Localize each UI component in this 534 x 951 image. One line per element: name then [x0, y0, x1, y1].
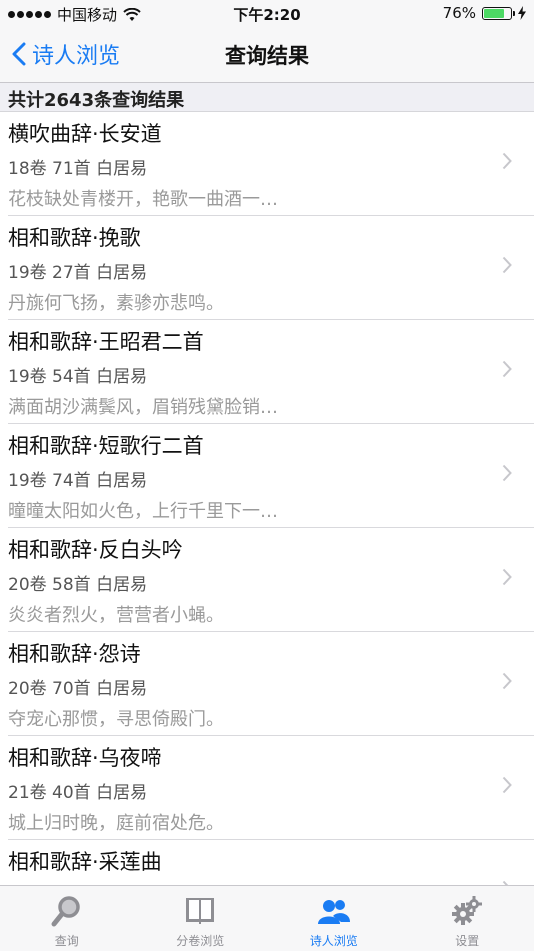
result-excerpt: 丹旐何飞扬，素骖亦悲鸣。	[8, 289, 224, 315]
result-title: 横吹曲辞·长安道	[8, 118, 162, 148]
chevron-right-icon	[502, 776, 512, 794]
result-meta: 19卷 54首 白居易	[8, 362, 147, 387]
result-row[interactable]: 相和歌辞·采莲曲21卷 79首 白居易	[8, 840, 534, 885]
result-excerpt: 满面胡沙满鬓风，眉销残黛脸销…	[8, 393, 278, 419]
tab-settings-label: 设置	[401, 932, 534, 949]
result-meta: 18卷 71首 白居易	[8, 154, 147, 179]
battery-fill	[484, 9, 504, 18]
status-bar: 中国移动 下午2:20 76%	[0, 0, 534, 28]
gear-icon	[450, 894, 484, 928]
result-row[interactable]: 相和歌辞·短歌行二首 19卷 74首 白居易曈曈太阳如火色，上行千里下一…	[8, 424, 534, 528]
tab-poet-browse[interactable]: 诗人浏览	[267, 886, 401, 951]
result-meta: 20卷 58首 白居易	[8, 570, 147, 595]
result-title: 相和歌辞·怨诗	[8, 638, 141, 668]
result-row[interactable]: 相和歌辞·王昭君二首 19卷 54首 白居易满面胡沙满鬓风，眉销残黛脸销…	[8, 320, 534, 424]
battery-percent: 76%	[443, 4, 476, 22]
result-title: 相和歌辞·乌夜啼	[8, 742, 162, 772]
result-meta: 20卷 70首 白居易	[8, 674, 147, 699]
battery-icon	[482, 7, 512, 20]
result-meta: 21卷 40首 白居易	[8, 778, 147, 803]
result-excerpt: 曈曈太阳如火色，上行千里下一…	[8, 497, 278, 523]
chevron-right-icon	[502, 672, 512, 690]
result-excerpt: 炎炎者烈火，营营者小蝇。	[8, 601, 224, 627]
result-title: 相和歌辞·采莲曲	[8, 846, 162, 876]
results-list[interactable]: 横吹曲辞·长安道 18卷 71首 白居易花枝缺处青楼开，艳歌一曲酒一… 相和歌辞·挽…	[0, 112, 534, 885]
result-row[interactable]: 横吹曲辞·长安道 18卷 71首 白居易花枝缺处青楼开，艳歌一曲酒一…	[8, 112, 534, 216]
result-meta: 19卷 27首 白居易	[8, 258, 147, 283]
result-row[interactable]: 相和歌辞·挽歌 19卷 27首 白居易丹旐何飞扬，素骖亦悲鸣。	[8, 216, 534, 320]
result-excerpt: 夺宠心那惯，寻思倚殿门。	[8, 705, 224, 731]
results-count-label: 共计2643条查询结果	[8, 86, 184, 112]
result-excerpt: 花枝缺处青楼开，艳歌一曲酒一…	[8, 185, 278, 211]
chevron-right-icon	[502, 256, 512, 274]
navigation-bar: 诗人浏览 查询结果	[0, 28, 534, 83]
search-icon	[50, 894, 84, 928]
result-row[interactable]: 相和歌辞·怨诗 20卷 70首 白居易夺宠心那惯，寻思倚殿门。	[8, 632, 534, 736]
tab-search[interactable]: 查询	[0, 886, 134, 951]
result-meta: 19卷 74首 白居易	[8, 466, 147, 491]
chevron-right-icon	[502, 152, 512, 170]
result-row[interactable]: 相和歌辞·乌夜啼 21卷 40首 白居易城上归时晚，庭前宿处危。	[8, 736, 534, 840]
status-right: 76%	[443, 4, 526, 22]
tab-search-label: 查询	[0, 932, 134, 949]
result-excerpt: 城上归时晚，庭前宿处危。	[8, 809, 224, 835]
charging-bolt-icon	[518, 6, 526, 20]
tab-poet-browse-label: 诗人浏览	[267, 932, 401, 949]
result-title: 相和歌辞·反白头吟	[8, 534, 183, 564]
results-count-header: 共计2643条查询结果	[0, 83, 534, 112]
page-title: 查询结果	[0, 40, 534, 70]
tab-volume-browse-label: 分卷浏览	[134, 932, 268, 949]
tab-settings[interactable]: 设置	[401, 886, 534, 951]
people-icon	[317, 894, 351, 928]
chevron-right-icon	[502, 568, 512, 586]
chevron-right-icon	[502, 360, 512, 378]
result-title: 相和歌辞·挽歌	[8, 222, 141, 252]
result-title: 相和歌辞·王昭君二首	[8, 326, 204, 356]
book-icon	[183, 894, 217, 928]
tab-volume-browse[interactable]: 分卷浏览	[134, 886, 268, 951]
tab-bar: 查询 分卷浏览 诗人浏览	[0, 885, 534, 951]
result-title: 相和歌辞·短歌行二首	[8, 430, 204, 460]
result-row[interactable]: 相和歌辞·反白头吟 20卷 58首 白居易炎炎者烈火，营营者小蝇。	[8, 528, 534, 632]
chevron-right-icon	[502, 464, 512, 482]
